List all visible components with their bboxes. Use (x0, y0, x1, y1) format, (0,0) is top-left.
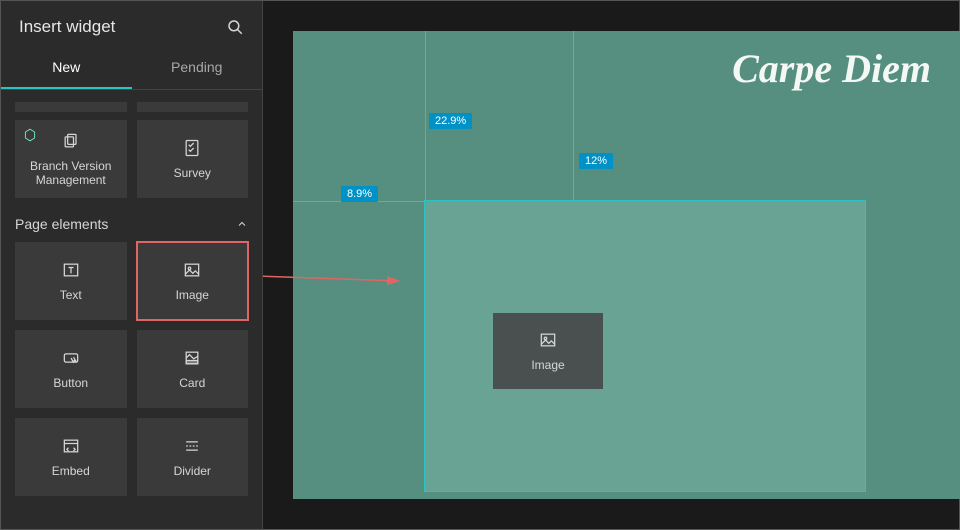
tab-pending[interactable]: Pending (132, 47, 263, 89)
embed-icon (61, 436, 81, 456)
widget-label: Divider (170, 464, 215, 478)
widget-label: Branch Version Management (15, 159, 127, 188)
offset-badge-left: 8.9% (341, 186, 378, 202)
guide-vertical-right (573, 31, 574, 201)
widget-label: Embed (48, 464, 94, 478)
page-elements-grid: Text Image Button (15, 242, 248, 496)
section-header-page-elements[interactable]: Page elements (15, 216, 248, 232)
widget-card[interactable]: Card (137, 330, 249, 408)
tab-new[interactable]: New (1, 47, 132, 89)
page-title: Carpe Diem (732, 45, 931, 92)
image-dropzone[interactable] (425, 201, 865, 491)
widget-label: Button (49, 376, 92, 390)
chevron-up-icon (236, 218, 248, 230)
beta-badge-icon (23, 128, 37, 142)
placeholder-label: Image (531, 358, 564, 372)
stack-icon (61, 131, 81, 151)
insert-widget-panel: Insert widget New Pending (1, 1, 263, 529)
image-icon (538, 330, 558, 350)
widget-branch-version-management[interactable]: Branch Version Management (15, 120, 127, 198)
widget-label: Image (172, 288, 213, 302)
widget-label: Survey (170, 166, 215, 180)
page-surface[interactable]: Carpe Diem 22.9% 8.9% 12% Image (293, 31, 960, 499)
app-root: Insert widget New Pending (0, 0, 960, 530)
widget-stub[interactable] (15, 102, 127, 112)
widget-text[interactable]: Text (15, 242, 127, 320)
text-icon (61, 260, 81, 280)
panel-title: Insert widget (19, 17, 115, 37)
offset-badge-right: 12% (579, 153, 613, 169)
offset-badge-top: 22.9% (429, 113, 472, 129)
divider-icon (182, 436, 202, 456)
widget-label: Card (175, 376, 209, 390)
widget-scroll: Branch Version Management Survey Page el… (1, 90, 262, 529)
image-placeholder[interactable]: Image (493, 313, 603, 389)
section-title: Page elements (15, 216, 108, 232)
widget-button[interactable]: Button (15, 330, 127, 408)
widget-image[interactable]: Image (137, 242, 249, 320)
widget-embed[interactable]: Embed (15, 418, 127, 496)
widget-divider[interactable]: Divider (137, 418, 249, 496)
design-canvas[interactable]: Carpe Diem 22.9% 8.9% 12% Image (263, 1, 959, 529)
guide-vertical-left (425, 31, 426, 201)
card-icon (182, 348, 202, 368)
clipboard-check-icon (182, 138, 202, 158)
top-widget-grid: Branch Version Management Survey (15, 120, 248, 198)
sidebar-header: Insert widget (1, 1, 262, 47)
widget-label: Text (56, 288, 86, 302)
widget-stub[interactable] (137, 102, 249, 112)
partial-row (15, 102, 248, 112)
button-icon (61, 348, 81, 368)
sidebar-tabs: New Pending (1, 47, 262, 90)
widget-survey[interactable]: Survey (137, 120, 249, 198)
search-icon[interactable] (226, 18, 244, 36)
image-icon (182, 260, 202, 280)
